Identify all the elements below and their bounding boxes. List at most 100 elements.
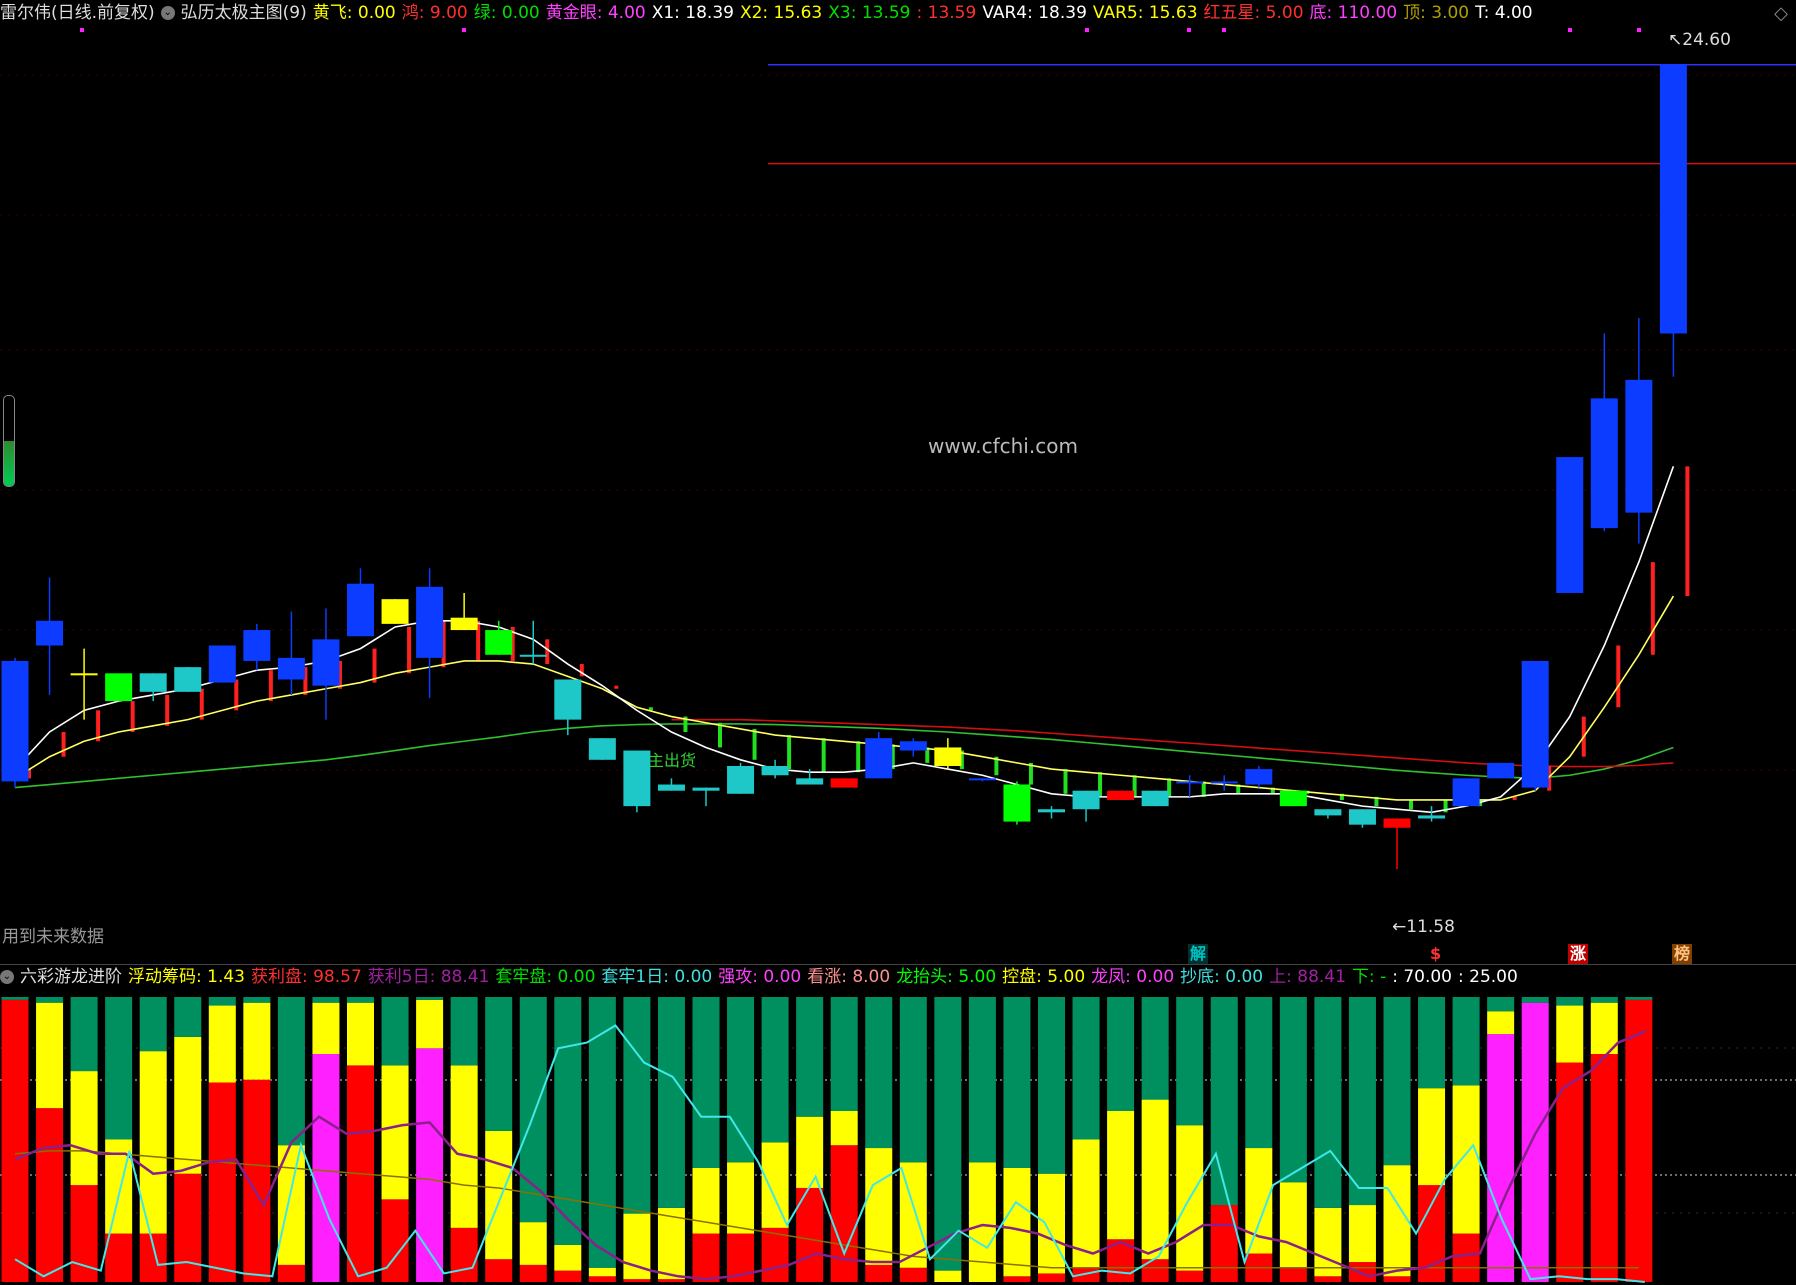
sub-bar-23-g	[796, 997, 824, 1117]
candle-body-35	[1210, 781, 1238, 784]
sub-bar-40-g	[1383, 997, 1411, 1166]
candle-body-30	[1038, 809, 1065, 813]
sub-indicator-12: 下: -	[1351, 967, 1387, 987]
top-marker-3	[1187, 28, 1191, 32]
candle-body-33	[1141, 790, 1169, 807]
sub-bar-37-y	[1279, 1182, 1307, 1268]
sub-indicator-chart[interactable]	[0, 965, 1796, 1285]
watermark-text: www.cfchi.com	[928, 434, 1078, 458]
candle-body-12	[416, 586, 444, 658]
sub-bar-24-r	[830, 1145, 858, 1282]
sub-bar-25-r	[865, 1264, 893, 1282]
sub-bar-0-r	[1, 999, 29, 1282]
stock-title[interactable]: 雷尔伟(日线.前复权)	[0, 3, 155, 23]
main-indicator-2: 绿: 0.00	[473, 3, 540, 23]
main-indicator-11: 底: 110.00	[1309, 3, 1398, 23]
candle-body-27	[934, 747, 962, 766]
sub-bar-9-y	[312, 1002, 340, 1054]
sub-bar-47-g	[1625, 997, 1653, 1000]
sub-indicator-header: ⌄ 六彩游龙进阶 浮动筹码: 1.43 获利盘: 98.57 获利5日: 88.41 套牢…	[0, 964, 1530, 990]
sub-bar-37-g	[1279, 997, 1307, 1183]
sub-bar-16-y	[554, 1244, 582, 1271]
sub-bar-44-g	[1521, 997, 1549, 1003]
sub-bar-45-r	[1556, 1062, 1584, 1282]
sub-indicator-14: : 25.00	[1458, 967, 1518, 987]
sub-indicator-1: 获利盘: 98.57	[250, 967, 362, 987]
top-marker-1	[462, 28, 466, 32]
sub-bar-16-g	[554, 997, 582, 1245]
main-price-chart[interactable]	[0, 0, 1796, 964]
sub-bar-33-r	[1141, 1259, 1169, 1282]
sub-bar-39-r	[1348, 1262, 1376, 1282]
arrow-icon: ←	[1392, 917, 1407, 937]
candle-body-32	[1107, 790, 1135, 800]
overlay-signal-text: 主出货	[648, 751, 697, 770]
main-indicator-4: X1: 18.39	[651, 3, 734, 23]
top-marker-2	[1085, 28, 1089, 32]
sub-bar-30-g	[1038, 997, 1065, 1174]
sub-bar-41-g	[1418, 997, 1446, 1089]
sub-indicator-name[interactable]: 六彩游龙进阶	[20, 967, 122, 987]
sub-bar-42-r	[1452, 1233, 1480, 1282]
signal-badge-2: 涨	[1568, 944, 1589, 964]
sub-bar-36-g	[1245, 997, 1273, 1149]
sub-bar-14-y	[485, 1130, 513, 1260]
sub-bar-12-g	[416, 997, 444, 1000]
candle-body-25	[865, 738, 893, 779]
sub-bar-5-y	[174, 1036, 202, 1174]
sub-bar-38-g	[1314, 997, 1342, 1208]
sub-indicator-values: 浮动筹码: 1.43 获利盘: 98.57 获利5日: 88.41 套牢盘: 0.00…	[128, 967, 1524, 987]
sub-indicator-2: 获利5日: 88.41	[367, 967, 490, 987]
sub-bar-3-g	[105, 997, 133, 1140]
sub-bar-25-y	[865, 1148, 893, 1265]
sub-bar-16-r	[554, 1270, 582, 1282]
sub-bar-28-g	[968, 997, 996, 1163]
sub-bar-34-r	[1176, 1270, 1204, 1282]
sub-bar-47-r	[1625, 999, 1653, 1282]
candle-body-23	[796, 778, 824, 785]
sub-indicator-13: : 70.00	[1392, 967, 1453, 987]
sub-bar-19-r	[657, 1279, 685, 1282]
sub-bar-39-y	[1348, 1205, 1376, 1263]
volume-gauge	[3, 395, 15, 487]
sub-bar-12-y	[416, 999, 444, 1049]
sub-indicator-7: 龙抬头: 5.00	[896, 967, 997, 987]
sub-bar-13-y	[450, 1065, 478, 1228]
sub-bar-30-y	[1038, 1173, 1065, 1274]
sub-bar-6-g	[208, 997, 236, 1006]
sub-bar-29-y	[1003, 1168, 1031, 1277]
main-indicator-8: VAR4: 18.39	[982, 3, 1087, 23]
sub-bar-40-y	[1383, 1165, 1411, 1277]
sub-bar-13-r	[450, 1227, 478, 1282]
candle-body-48	[1659, 64, 1687, 334]
main-indicator-values: 黄飞: 0.00 鸿: 9.00 绿: 0.00 黄金眼: 4.00 X1: 18.39…	[313, 3, 1539, 23]
sub-indicator-0: 浮动筹码: 1.43	[128, 967, 245, 987]
main-indicator-12: 顶: 3.00	[1403, 3, 1470, 23]
candle-body-5	[174, 667, 202, 692]
sub-bar-12-m	[416, 1048, 444, 1282]
sub-bar-13-g	[450, 997, 478, 1066]
signal-badge-1: $	[1430, 944, 1442, 963]
sub-bar-25-g	[865, 997, 893, 1149]
sub-bar-7-y	[243, 1002, 271, 1080]
sub-bar-10-y	[347, 1002, 374, 1066]
sub-bar-43-y	[1487, 1011, 1515, 1035]
sub-bar-33-g	[1141, 997, 1169, 1100]
sub-bar-18-g	[623, 997, 651, 1214]
sub-bar-2-y	[70, 1071, 98, 1186]
diamond-icon[interactable]: ◇	[1774, 3, 1788, 24]
sub-bar-38-r	[1314, 1276, 1342, 1282]
collapse-icon[interactable]: ⌄	[160, 6, 175, 20]
main-indicator-7: : 13.59	[916, 3, 977, 23]
main-indicator-name[interactable]: 弘历太极主图(9)	[181, 3, 307, 23]
candle-body-43	[1487, 762, 1515, 779]
candle-body-13	[450, 617, 478, 631]
candle-body-10	[347, 583, 374, 637]
collapse-icon[interactable]: ⌄	[0, 970, 14, 984]
candle-body-19	[657, 784, 685, 791]
sub-bar-15-y	[519, 1222, 547, 1265]
candle-body-39	[1348, 809, 1376, 825]
sub-bar-14-g	[485, 997, 513, 1131]
low-price-marker: ←11.58	[1392, 917, 1455, 937]
sub-bar-30-r	[1038, 1273, 1065, 1282]
